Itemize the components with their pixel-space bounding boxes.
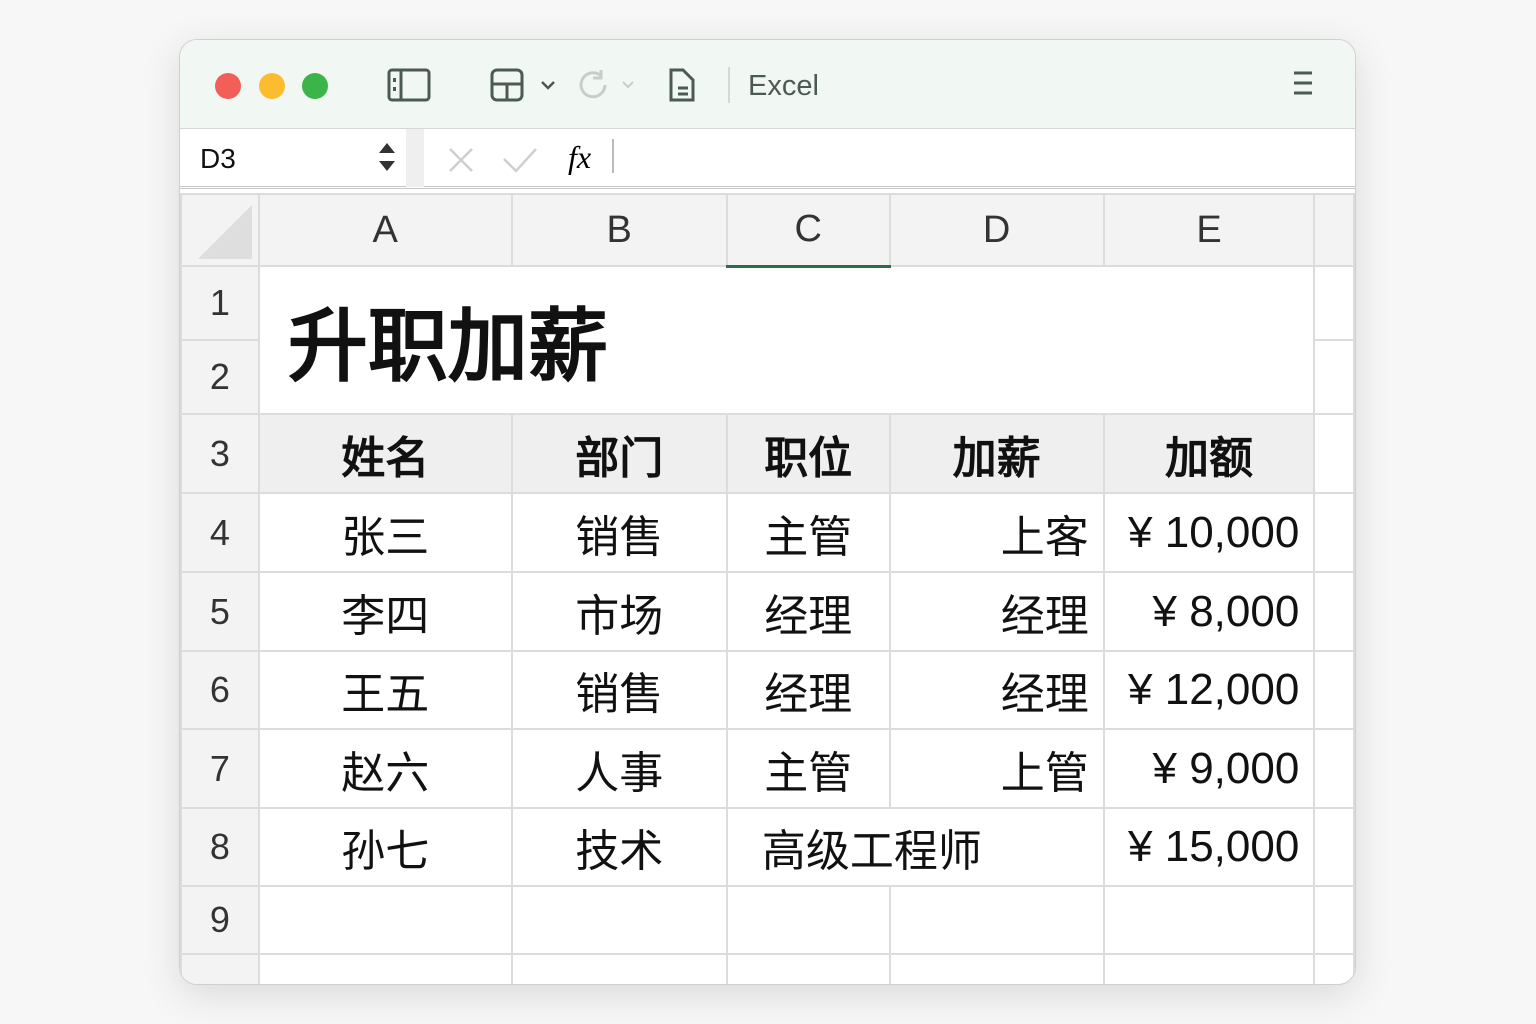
column-header-c[interactable]: C <box>725 193 891 268</box>
cell[interactable]: ¥ 10,000 <box>1102 492 1316 573</box>
merged-cell[interactable]: 高级工程师 <box>725 807 1105 887</box>
cell[interactable]: 张三 <box>257 492 513 573</box>
cell[interactable] <box>257 953 513 984</box>
row-header[interactable]: 6 <box>180 650 260 730</box>
header-cell-dept[interactable]: 部门 <box>510 413 728 494</box>
table-row: 6 王五 销售 经理 经理 ¥ 12,000 <box>180 650 1355 730</box>
cell[interactable] <box>1313 885 1355 955</box>
confirm-icon[interactable] <box>502 147 538 173</box>
name-box[interactable]: D3 <box>200 143 236 175</box>
formula-bar: D3 fx <box>180 129 1355 189</box>
cell[interactable]: 技术 <box>510 807 728 887</box>
cell[interactable] <box>725 885 891 955</box>
cell[interactable] <box>1102 953 1316 984</box>
cell[interactable]: 上客 <box>888 492 1105 573</box>
cell[interactable]: 销售 <box>510 650 728 730</box>
cell[interactable]: 经理 <box>888 650 1105 730</box>
cell[interactable] <box>1102 885 1316 955</box>
minimize-button[interactable] <box>259 73 285 99</box>
cell[interactable]: ¥ 8,000 <box>1102 571 1316 652</box>
row-header[interactable]: 8 <box>180 807 260 887</box>
cell[interactable]: 销售 <box>510 492 728 573</box>
cell[interactable]: 人事 <box>510 728 728 809</box>
row-header[interactable]: 9 <box>180 885 260 955</box>
divider <box>406 129 424 187</box>
header-cell-raise[interactable]: 加薪 <box>888 413 1105 494</box>
table-row: 8 孙七 技术 高级工程师 ¥ 15,000 <box>180 807 1355 887</box>
column-header-b[interactable]: B <box>510 193 728 267</box>
cell[interactable]: 主管 <box>725 728 891 809</box>
close-button[interactable] <box>215 73 241 99</box>
title-bar: Excel <box>180 40 1355 129</box>
column-header-e[interactable]: E <box>1102 193 1316 267</box>
cell[interactable] <box>1313 650 1355 730</box>
cell[interactable]: 王五 <box>257 650 513 730</box>
cell[interactable] <box>888 885 1105 955</box>
cell[interactable]: 主管 <box>725 492 891 573</box>
cell[interactable]: ¥ 9,000 <box>1102 728 1316 809</box>
cell[interactable]: 上管 <box>888 728 1105 809</box>
cell[interactable] <box>1313 413 1355 494</box>
cell[interactable]: 孙七 <box>257 807 513 887</box>
cell[interactable]: ¥ 15,000 <box>1102 807 1316 887</box>
cell[interactable]: 经理 <box>725 571 891 652</box>
header-cell-name[interactable]: 姓名 <box>257 413 513 494</box>
cell[interactable]: 经理 <box>888 571 1105 652</box>
cell[interactable] <box>1313 492 1355 573</box>
formula-input[interactable] <box>612 139 614 173</box>
excel-window: Excel D3 fx A B C D E 1 升职加薪 2 3 姓名 部门 职… <box>179 39 1356 985</box>
column-header-d[interactable]: D <box>888 193 1105 267</box>
cell[interactable] <box>725 953 891 984</box>
table-row: 5 李四 市场 经理 经理 ¥ 8,000 <box>180 571 1355 652</box>
row-header[interactable]: 4 <box>180 492 260 573</box>
column-header-a[interactable]: A <box>257 193 513 267</box>
table-row: 7 赵六 人事 主管 上管 ¥ 9,000 <box>180 728 1355 809</box>
cell[interactable] <box>257 885 513 955</box>
row-header[interactable]: 1 <box>180 265 260 341</box>
zoom-button[interactable] <box>302 73 328 99</box>
sidebar-toggle-icon[interactable] <box>387 68 431 102</box>
cell[interactable]: 经理 <box>725 650 891 730</box>
app-title: Excel <box>748 70 819 102</box>
cell[interactable] <box>1313 807 1355 887</box>
row-header[interactable]: 3 <box>180 413 260 494</box>
cell[interactable] <box>1313 339 1355 415</box>
cell[interactable] <box>1313 728 1355 809</box>
chevron-down-icon[interactable] <box>621 80 635 90</box>
row-header[interactable] <box>180 953 260 984</box>
menu-icon[interactable] <box>1292 70 1314 96</box>
row-header[interactable]: 5 <box>180 571 260 652</box>
header-cell-position[interactable]: 职位 <box>725 413 891 494</box>
fx-icon[interactable]: fx <box>568 139 591 176</box>
cell[interactable] <box>510 885 728 955</box>
row-header[interactable]: 2 <box>180 339 260 415</box>
cell[interactable]: 市场 <box>510 571 728 652</box>
layout-icon[interactable] <box>490 68 524 102</box>
stepper-icon[interactable] <box>377 139 397 175</box>
toolbar-divider <box>728 67 730 103</box>
redo-icon[interactable] <box>577 68 611 102</box>
spreadsheet-grid: A B C D E 1 升职加薪 2 3 姓名 部门 职位 加薪 加额 4 张三… <box>180 193 1355 984</box>
cell[interactable]: ¥ 12,000 <box>1102 650 1316 730</box>
header-cell-amount[interactable]: 加额 <box>1102 413 1316 494</box>
cell[interactable] <box>888 953 1105 984</box>
table-row: 4 张三 销售 主管 上客 ¥ 10,000 <box>180 492 1355 573</box>
document-icon[interactable] <box>668 68 696 102</box>
chevron-down-icon[interactable] <box>540 80 556 92</box>
row-header[interactable]: 7 <box>180 728 260 809</box>
cancel-icon[interactable] <box>448 147 474 173</box>
cell[interactable] <box>1313 571 1355 652</box>
title-cell[interactable]: 升职加薪 <box>257 265 1316 415</box>
cell[interactable] <box>510 953 728 984</box>
cell[interactable] <box>1313 265 1355 341</box>
select-all-button[interactable] <box>180 193 260 267</box>
cell[interactable]: 李四 <box>257 571 513 652</box>
cell[interactable]: 赵六 <box>257 728 513 809</box>
cell[interactable] <box>1313 953 1355 984</box>
column-header-f[interactable] <box>1313 193 1355 267</box>
